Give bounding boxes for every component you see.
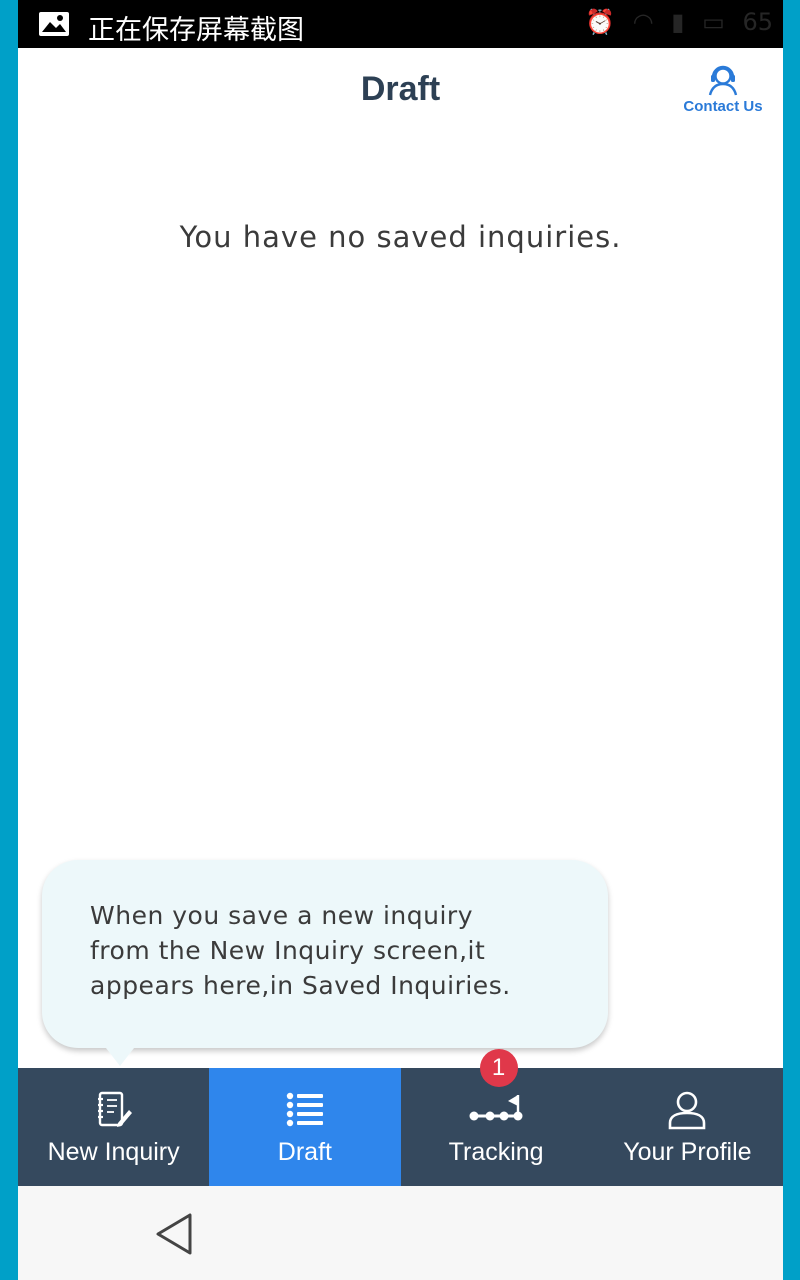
page-title: Draft — [360, 70, 441, 108]
support-agent-icon — [708, 65, 738, 96]
tracking-icon — [469, 1095, 523, 1121]
back-icon[interactable] — [154, 1212, 194, 1256]
battery-level: 65 — [742, 8, 773, 36]
status-bar: 正在保存屏幕截图 ⏰ ◠ ▮ ▭ 65 — [18, 0, 783, 48]
signal-icon: ▮ — [671, 8, 685, 36]
contact-us-button[interactable]: Contact Us — [683, 64, 763, 115]
tab-label: Tracking — [448, 1138, 544, 1166]
tab-tracking[interactable]: 1 Tracking — [401, 1049, 592, 1186]
app-screen: Draft Contact Us You have no saved inqui… — [18, 48, 783, 1068]
alarm-icon: ⏰ — [585, 8, 616, 36]
wifi-icon: ◠ — [632, 8, 654, 36]
status-text: 正在保存屏幕截图 — [88, 15, 304, 46]
tab-your-profile[interactable]: Your Profile — [592, 1068, 783, 1186]
tab-label: Your Profile — [623, 1138, 752, 1166]
profile-icon — [669, 1091, 706, 1130]
tip-line: appears here,in Saved Inquiries. — [90, 971, 511, 1000]
tip-text: When you save a new inquiry from the New… — [90, 898, 590, 1003]
image-icon — [39, 12, 69, 36]
tip-line: When you save a new inquiry — [90, 901, 473, 930]
notification-badge: 1 — [479, 1049, 518, 1087]
list-icon — [286, 1092, 323, 1127]
tab-label: Draft — [277, 1138, 332, 1166]
tip-line: from the New Inquiry screen,it — [90, 936, 486, 965]
tab-draft[interactable]: Draft — [209, 1068, 401, 1186]
contact-us-label: Contact Us — [683, 98, 763, 115]
system-navigation-bar — [18, 1186, 783, 1280]
notebook-icon — [97, 1091, 132, 1127]
empty-state-message: You have no saved inquiries. — [179, 220, 622, 254]
system-icons: ⏰ ◠ ▮ ▭ 65 — [575, 8, 773, 36]
tab-label: New Inquiry — [47, 1138, 180, 1166]
bottom-tab-bar: New Inquiry Draft 1 Tracking Your Profil… — [18, 1049, 783, 1186]
tab-new-inquiry[interactable]: New Inquiry — [18, 1068, 209, 1186]
tip-bubble: When you save a new inquiry from the New… — [42, 860, 608, 1066]
top-bar: Draft Contact Us — [18, 48, 783, 138]
battery-icon: ▭ — [702, 8, 725, 36]
